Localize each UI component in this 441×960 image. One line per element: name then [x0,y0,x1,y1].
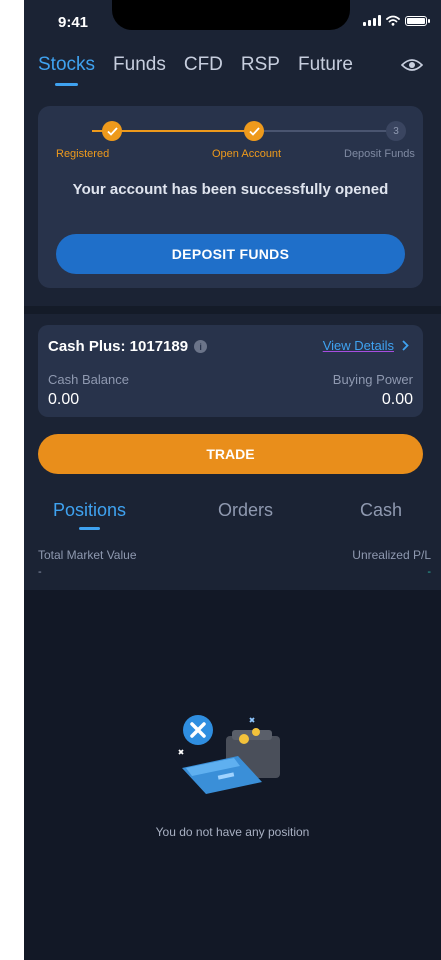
cash-balance-value: 0.00 [48,391,80,408]
signal-icon [363,15,381,26]
step-label-registered: Registered [56,148,110,160]
tab-stocks[interactable]: Stocks [38,54,95,86]
market-tabs: Stocks Funds CFD RSP Future [38,54,431,88]
view-details-label: View Details [322,338,394,353]
onboarding-card: 3 Registered Open Account Deposit Funds … [38,106,423,288]
tab-funds[interactable]: Funds [113,54,166,76]
tab-future[interactable]: Future [298,54,353,76]
chevron-right-icon [402,340,409,351]
unrealized-pl-label: Unrealized P/L [352,548,431,562]
empty-state-message: You do not have any position [155,825,310,839]
account-title-row: Cash Plus: 1017189 i [48,338,208,355]
step-deposit-number: 3 [386,121,406,141]
empty-wallet-icon [178,715,280,794]
battery-icon [405,15,430,26]
account-title: Cash Plus: 1017189 [48,338,189,355]
deposit-funds-button[interactable]: DEPOSIT FUNDS [56,234,405,274]
status-icons [363,15,430,26]
eye-icon[interactable] [401,58,423,72]
app-screen: 9:41 Stocks Funds CFD RSP Future 3 Regis… [24,0,441,960]
tab-cfd[interactable]: CFD [184,54,223,76]
total-market-value: - [38,566,42,578]
status-bar: 9:41 [24,0,441,44]
step-label-open-account: Open Account [212,148,282,160]
total-market-value-label: Total Market Value [38,548,137,562]
notch [112,0,350,30]
view-details-link[interactable]: View Details [323,338,409,353]
unrealized-pl-value: - [427,566,431,578]
status-time: 9:41 [58,14,89,31]
position-tabs: Positions Orders Cash [24,500,441,534]
info-icon[interactable]: i [194,340,208,353]
step-line-pending [254,130,396,132]
tab-orders[interactable]: Orders [218,500,273,521]
section-divider [24,306,441,314]
trade-button[interactable]: TRADE [38,434,423,474]
account-card: Cash Plus: 1017189 i View Details Cash B… [38,325,423,417]
buying-power-value: 0.00 [381,391,413,408]
cash-balance-label: Cash Balance [48,372,129,387]
buying-power-label: Buying Power [332,372,413,387]
tab-cash[interactable]: Cash [360,500,402,521]
tab-positions[interactable]: Positions [53,500,126,530]
wifi-icon [386,15,400,26]
step-open-account-check-icon [244,121,264,141]
onboarding-message: Your account has been successfully opene… [72,181,389,198]
step-registered-check-icon [102,121,122,141]
step-label-deposit-funds: Deposit Funds [344,148,415,160]
tab-rsp[interactable]: RSP [241,54,280,76]
